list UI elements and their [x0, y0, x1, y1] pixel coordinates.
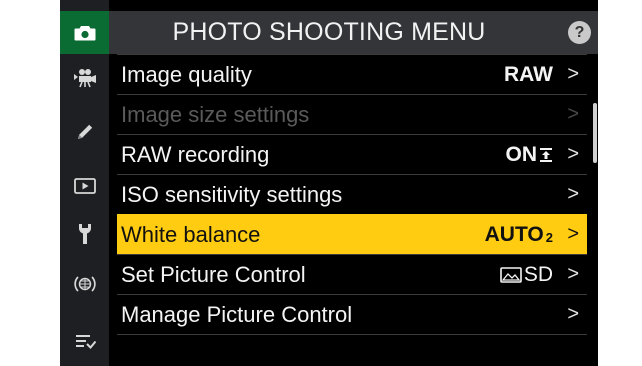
menu-item-manage-picture-control[interactable]: Manage Picture Control >: [117, 294, 587, 334]
chevron-right-icon: >: [567, 103, 579, 125]
pencil-icon: [77, 124, 92, 139]
picture-control-icon: [500, 266, 522, 283]
help-icon[interactable]: ?: [568, 21, 591, 44]
camera-screen: PHOTO SHOOTING MENU ? Image quality RAW …: [60, 0, 598, 366]
tab-playback[interactable]: [60, 166, 109, 206]
tab-setup[interactable]: [60, 214, 109, 254]
raw-recording-icon: [540, 147, 552, 162]
chevron-right-icon: >: [567, 263, 579, 285]
menu-item-iso-sensitivity-settings[interactable]: ISO sensitivity settings >: [117, 174, 587, 214]
chevron-right-icon: >: [567, 223, 579, 245]
tab-network[interactable]: [60, 264, 109, 304]
menu-item-label: Image quality: [121, 62, 252, 87]
menu-item-value: SD: [500, 255, 553, 294]
wrench-icon: [78, 224, 91, 244]
menu-item-white-balance[interactable]: White balance AUTO 2 >: [117, 214, 587, 254]
menu-item-raw-recording[interactable]: RAW recording ON >: [117, 134, 587, 174]
menu-item-value: ON: [506, 135, 554, 174]
tab-movie-shooting[interactable]: [60, 58, 109, 98]
my-menu-icon: [75, 335, 96, 349]
menu-item-label: Image size settings: [121, 102, 310, 127]
menu-tab-sidebar: [60, 0, 109, 366]
menu-divider: [117, 334, 587, 335]
tab-custom-settings[interactable]: [60, 112, 109, 152]
menu-item-label: RAW recording: [121, 142, 270, 167]
network-icon: [73, 276, 96, 292]
chevron-right-icon: >: [567, 143, 579, 165]
menu-item-label: Manage Picture Control: [121, 302, 353, 327]
menu-list: Image quality RAW > Image size settings …: [109, 54, 598, 366]
playback-icon: [73, 178, 96, 194]
tab-my-menu[interactable]: [60, 322, 109, 362]
movie-camera-icon: [73, 69, 96, 88]
menu-item-label: Set Picture Control: [121, 262, 306, 287]
menu-item-image-size-settings[interactable]: Image size settings >: [117, 94, 587, 134]
scrollbar[interactable]: [593, 103, 597, 163]
chevron-right-icon: >: [567, 183, 579, 205]
menu-item-value: RAW: [504, 63, 553, 86]
menu-item-set-picture-control[interactable]: Set Picture Control SD >: [117, 254, 587, 294]
menu-title: PHOTO SHOOTING MENU: [172, 18, 486, 46]
menu-item-label: ISO sensitivity settings: [121, 182, 343, 207]
menu-item-label: White balance: [121, 222, 261, 247]
menu-item-value: AUTO 2: [484, 223, 553, 246]
chevron-right-icon: >: [567, 63, 579, 85]
camera-icon: [74, 25, 95, 40]
menu-header: PHOTO SHOOTING MENU ?: [109, 11, 598, 54]
tab-photo-shooting[interactable]: [60, 11, 109, 54]
menu-item-image-quality[interactable]: Image quality RAW >: [117, 54, 587, 94]
chevron-right-icon: >: [567, 303, 579, 325]
